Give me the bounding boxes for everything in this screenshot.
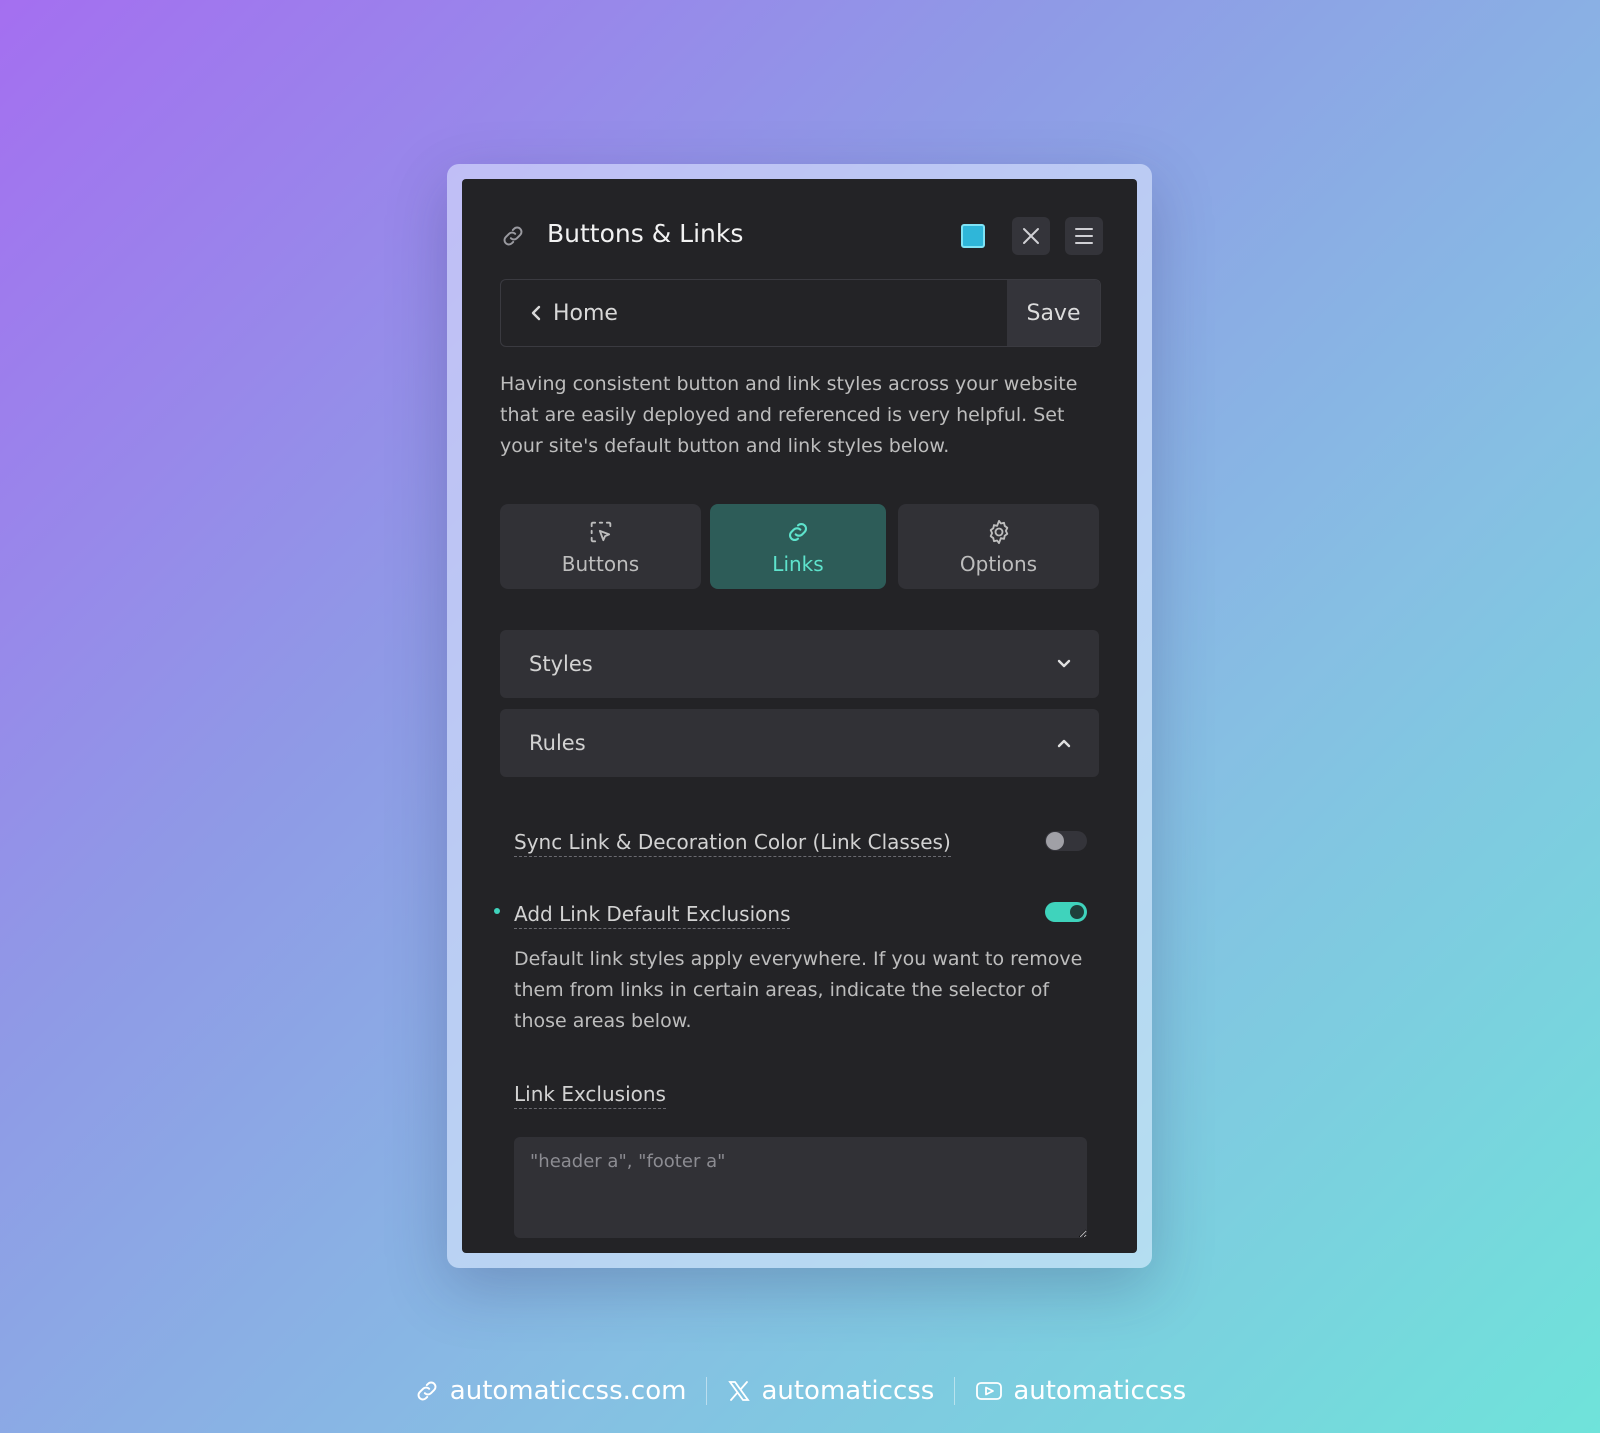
footer-links: automaticcss.com automaticcss automaticc…	[0, 1366, 1600, 1416]
add-exclusions-toggle[interactable]	[1045, 902, 1087, 922]
chevron-left-icon	[531, 305, 541, 321]
chevron-up-icon	[1057, 739, 1071, 748]
x-logo-icon	[728, 1381, 751, 1401]
pointer-select-icon	[590, 521, 611, 542]
chevron-down-icon	[1057, 659, 1071, 668]
sync-link-color-toggle[interactable]	[1045, 831, 1087, 851]
footer-divider	[706, 1377, 708, 1405]
breadcrumb-bar: Home Save	[500, 279, 1101, 347]
close-button[interactable]	[1012, 217, 1050, 255]
menu-button[interactable]	[1065, 217, 1103, 255]
save-button[interactable]: Save	[1007, 280, 1100, 346]
link-exclusions-label: Link Exclusions	[514, 1082, 666, 1109]
footer-x-link[interactable]: automaticcss	[727, 1376, 934, 1406]
modified-indicator-dot	[494, 908, 500, 914]
square-icon	[961, 224, 985, 248]
tab-options-label: Options	[959, 551, 1038, 576]
link-icon	[417, 1381, 437, 1401]
toggle-knob	[1070, 905, 1084, 919]
toggle-knob	[1046, 832, 1064, 850]
accordion-styles[interactable]: Styles	[500, 630, 1099, 698]
tab-bar: Buttons Links Options	[500, 504, 1099, 589]
panel-frame: Buttons & Links Home Save Having consist…	[447, 164, 1152, 1268]
close-icon	[1023, 228, 1039, 244]
sync-link-color-label: Sync Link & Decoration Color (Link Class…	[514, 830, 951, 857]
square-toggle-button[interactable]	[954, 217, 992, 255]
link-icon	[503, 226, 523, 246]
footer-x-text: automaticcss	[761, 1376, 935, 1406]
footer-divider	[954, 1377, 956, 1405]
tab-options[interactable]: Options	[898, 504, 1099, 589]
tab-buttons[interactable]: Buttons	[500, 504, 701, 589]
link-exclusions-input[interactable]	[514, 1137, 1087, 1238]
home-label: Home	[553, 300, 618, 326]
footer-youtube-link[interactable]: automaticcss	[975, 1376, 1186, 1406]
exclusions-description: Default link styles apply everywhere. If…	[514, 948, 1083, 1032]
home-back-button[interactable]: Home	[501, 280, 1006, 346]
add-exclusions-label: Add Link Default Exclusions	[514, 902, 791, 929]
tab-links-label: Links	[772, 551, 824, 576]
gear-icon	[989, 519, 1008, 544]
intro-description: Having consistent button and link styles…	[500, 373, 1078, 457]
accordion-styles-label: Styles	[529, 652, 593, 676]
settings-panel: Buttons & Links Home Save Having consist…	[462, 179, 1137, 1253]
footer-website-text: automaticcss.com	[449, 1376, 687, 1406]
footer-website-link[interactable]: automaticcss.com	[414, 1376, 687, 1406]
panel-header: Buttons & Links	[462, 179, 1137, 294]
menu-icon	[1075, 228, 1093, 244]
accordion-rules-label: Rules	[529, 731, 586, 755]
youtube-icon	[976, 1382, 1003, 1400]
accordion-rules[interactable]: Rules	[500, 709, 1099, 777]
tab-links[interactable]: Links	[710, 504, 886, 589]
link-chain-icon	[789, 522, 807, 541]
tab-buttons-label: Buttons	[561, 551, 640, 576]
panel-title: Buttons & Links	[547, 219, 744, 248]
footer-youtube-text: automaticcss	[1013, 1376, 1187, 1406]
